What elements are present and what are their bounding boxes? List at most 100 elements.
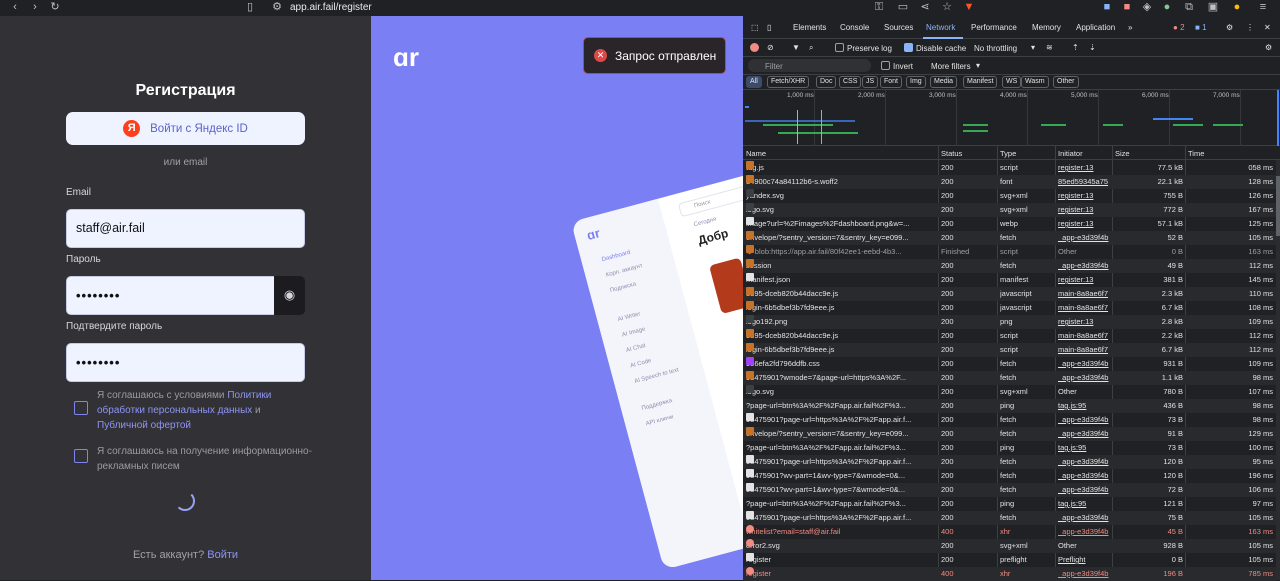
cell-initiator[interactable]: _app-e3d39f4b [1058, 483, 1110, 497]
cell-initiator[interactable]: _app-e3d39f4b [1058, 525, 1110, 539]
cell-initiator[interactable]: 85ed59345a75 [1058, 175, 1110, 189]
email-field[interactable]: staff@air.fail [66, 209, 305, 248]
cell-initiator[interactable]: main-8a8ae6f7 [1058, 329, 1110, 343]
cast-icon[interactable]: ▭ [896, 0, 910, 16]
key-icon[interactable]: ⚿ [872, 0, 886, 16]
network-request-row[interactable]: image?url=%2Fimages%2Fdashboard.png&w=..… [743, 217, 1276, 231]
public-offer-link[interactable]: Публичной офертой [97, 420, 191, 431]
more-filters-button[interactable]: More filters [931, 62, 971, 71]
cell-initiator[interactable]: _app-e3d39f4b [1058, 259, 1110, 273]
reload-icon[interactable]: ↻ [48, 0, 62, 16]
network-request-row[interactable]: register 400 xhr _app-e3d39f4b 196 B 785 ms [743, 567, 1276, 581]
filter-chip-js[interactable]: JS [862, 76, 879, 88]
cell-initiator[interactable]: register:13 [1058, 315, 1110, 329]
tab-memory[interactable]: Memory [1032, 23, 1061, 32]
network-request-row[interactable]: logo192.png 200 png register:13 2.8 kB 109 ms [743, 315, 1276, 329]
network-request-row[interactable]: login-6b5dbef3b7fd9eee.js 200 script main-8… [743, 343, 1276, 357]
network-request-row[interactable]: session 200 fetch _app-e3d39f4b 49 B 112 ms [743, 259, 1276, 273]
cell-initiator[interactable]: main-8a8ae6f7 [1058, 287, 1110, 301]
cell-initiator[interactable]: tag.js:95 [1058, 399, 1110, 413]
network-request-row[interactable]: 93475901?wv-part=1&wv-type=7&wmode=0&...… [743, 483, 1276, 497]
filter-chip-all[interactable]: All [746, 76, 762, 88]
network-request-row[interactable]: envelope/?sentry_version=7&sentry_key=e0… [743, 427, 1276, 441]
network-timeline[interactable]: 1,000 ms 2,000 ms 3,000 ms 4,000 ms 5,00… [743, 90, 1280, 146]
network-request-row[interactable]: tag.js 200 script register:13 77.5 kB 058 ms [743, 161, 1276, 175]
cell-initiator[interactable]: register:13 [1058, 217, 1110, 231]
forward-icon[interactable]: › [28, 0, 42, 16]
back-icon[interactable]: ‹ [8, 0, 22, 16]
device-toolbar-icon[interactable]: ▯ [767, 23, 771, 32]
network-request-row[interactable]: 93475901?wv-part=1&wv-type=7&wmode=0&...… [743, 469, 1276, 483]
cell-initiator[interactable]: tag.js:95 [1058, 497, 1110, 511]
cell-initiator[interactable]: Other [1058, 245, 1110, 259]
address-bar[interactable]: app.air.fail/register [290, 0, 372, 15]
cell-initiator[interactable]: _app-e3d39f4b [1058, 371, 1110, 385]
tab-network[interactable]: Network [926, 23, 955, 32]
cell-initiator[interactable]: _app-e3d39f4b [1058, 567, 1110, 581]
show-password-icon[interactable]: ◉ [274, 276, 305, 315]
scrollbar-thumb[interactable] [1276, 176, 1280, 236]
network-request-row[interactable]: 93475901?page-url=https%3A%2F%2Fapp.air.… [743, 413, 1276, 427]
filter-chip-doc[interactable]: Doc [816, 76, 837, 88]
preserve-log-checkbox[interactable] [835, 43, 844, 52]
tab-sources[interactable]: Sources [884, 23, 913, 32]
network-request-row[interactable]: logo.svg 200 svg+xml Other 780 B 107 ms [743, 385, 1276, 399]
login-link[interactable]: Войти [207, 549, 238, 561]
filter-chip-manifest[interactable]: Manifest [963, 76, 998, 88]
filter-chip-media[interactable]: Media [930, 76, 958, 88]
cell-initiator[interactable]: _app-e3d39f4b [1058, 469, 1110, 483]
download-icon[interactable]: ⇣ [1089, 43, 1096, 52]
filter-chip-wasm[interactable]: Wasm [1021, 76, 1049, 88]
cell-initiator[interactable]: _app-e3d39f4b [1058, 455, 1110, 469]
column-name[interactable]: Name [746, 149, 766, 158]
close-icon[interactable]: ✕ [1264, 23, 1271, 32]
filter-icon[interactable]: ▼ [792, 43, 800, 52]
record-icon[interactable] [750, 43, 759, 52]
throttling-select[interactable]: No throttling [974, 44, 1017, 53]
column-time[interactable]: Time [1188, 149, 1204, 158]
filter-chip-fetch-xhr[interactable]: Fetch/XHR [767, 76, 810, 88]
star-icon[interactable]: ☆ [940, 0, 954, 16]
extension-icon[interactable]: ■ [1100, 0, 1114, 16]
extension-icon[interactable]: ⧉ [1182, 0, 1196, 16]
tab-performance[interactable]: Performance [971, 23, 1017, 32]
privacy-consent-checkbox[interactable] [74, 401, 88, 415]
network-request-row[interactable]: register 200 preflight Preflight 0 B 105 ms [743, 553, 1276, 567]
kebab-menu-icon[interactable]: ⋮ [1246, 23, 1254, 32]
cell-initiator[interactable]: Other [1058, 385, 1110, 399]
filter-chip-css[interactable]: CSS [839, 76, 862, 88]
invert-checkbox[interactable] [881, 61, 890, 70]
network-request-row[interactable]: manifest.json 200 manifest register:13 381 B… [743, 273, 1276, 287]
cell-initiator[interactable]: _app-e3d39f4b [1058, 427, 1110, 441]
cell-initiator[interactable]: tag.js:95 [1058, 441, 1110, 455]
network-request-row[interactable]: ?page-url=btn%3A%2F%2Fapp.air.fail%2F%3.… [743, 441, 1276, 455]
cell-initiator[interactable]: _app-e3d39f4b [1058, 511, 1110, 525]
clear-icon[interactable]: ⊘ [767, 43, 774, 52]
cell-initiator[interactable]: _app-e3d39f4b [1058, 231, 1110, 245]
column-initiator[interactable]: Initiator [1058, 149, 1083, 158]
profile-icon[interactable]: ● [1230, 0, 1244, 16]
sidebar-icon[interactable]: ▣ [1206, 0, 1220, 16]
network-request-row[interactable]: 5395-dceb820b44dacc9e.js 200 script main-8a… [743, 329, 1276, 343]
confirm-password-field[interactable]: •••••••• [66, 343, 305, 382]
network-request-row[interactable]: ?page-url=btn%3A%2F%2Fapp.air.fail%2F%3.… [743, 497, 1276, 511]
cell-initiator[interactable]: _app-e3d39f4b [1058, 357, 1110, 371]
cell-initiator[interactable]: register:13 [1058, 273, 1110, 287]
network-request-row[interactable]: ?page-url=btn%3A%2F%2Fapp.air.fail%2F%3.… [743, 399, 1276, 413]
cell-initiator[interactable]: main-8a8ae6f7 [1058, 343, 1110, 357]
network-request-row[interactable]: 93475901?page-url=https%3A%2F%2Fapp.air.… [743, 455, 1276, 469]
brave-shield-icon[interactable]: ▼ [962, 0, 976, 16]
network-request-row[interactable]: whitelist?email=staff@air.fail 400 xhr _app… [743, 525, 1276, 539]
password-field[interactable]: •••••••• [66, 276, 276, 315]
column-type[interactable]: Type [1000, 149, 1016, 158]
errors-count-badge[interactable]: ● 2 [1173, 23, 1185, 32]
network-request-row[interactable]: login-6b5dbef3b7fd9eee.js 200 javascript ma… [743, 301, 1276, 315]
disable-cache-checkbox[interactable] [904, 43, 913, 52]
filter-chip-img[interactable]: Img [906, 76, 926, 88]
cell-initiator[interactable]: main-8a8ae6f7 [1058, 301, 1110, 315]
tab-application[interactable]: Application [1076, 23, 1115, 32]
network-request-row[interactable]: 34900c74a84112b6-s.woff2 200 font 85ed59345… [743, 175, 1276, 189]
tab-console[interactable]: Console [840, 23, 869, 32]
network-conditions-icon[interactable]: ≋ [1046, 43, 1053, 52]
network-request-row[interactable]: logo.svg 200 svg+xml register:13 772 B 167 ms [743, 203, 1276, 217]
